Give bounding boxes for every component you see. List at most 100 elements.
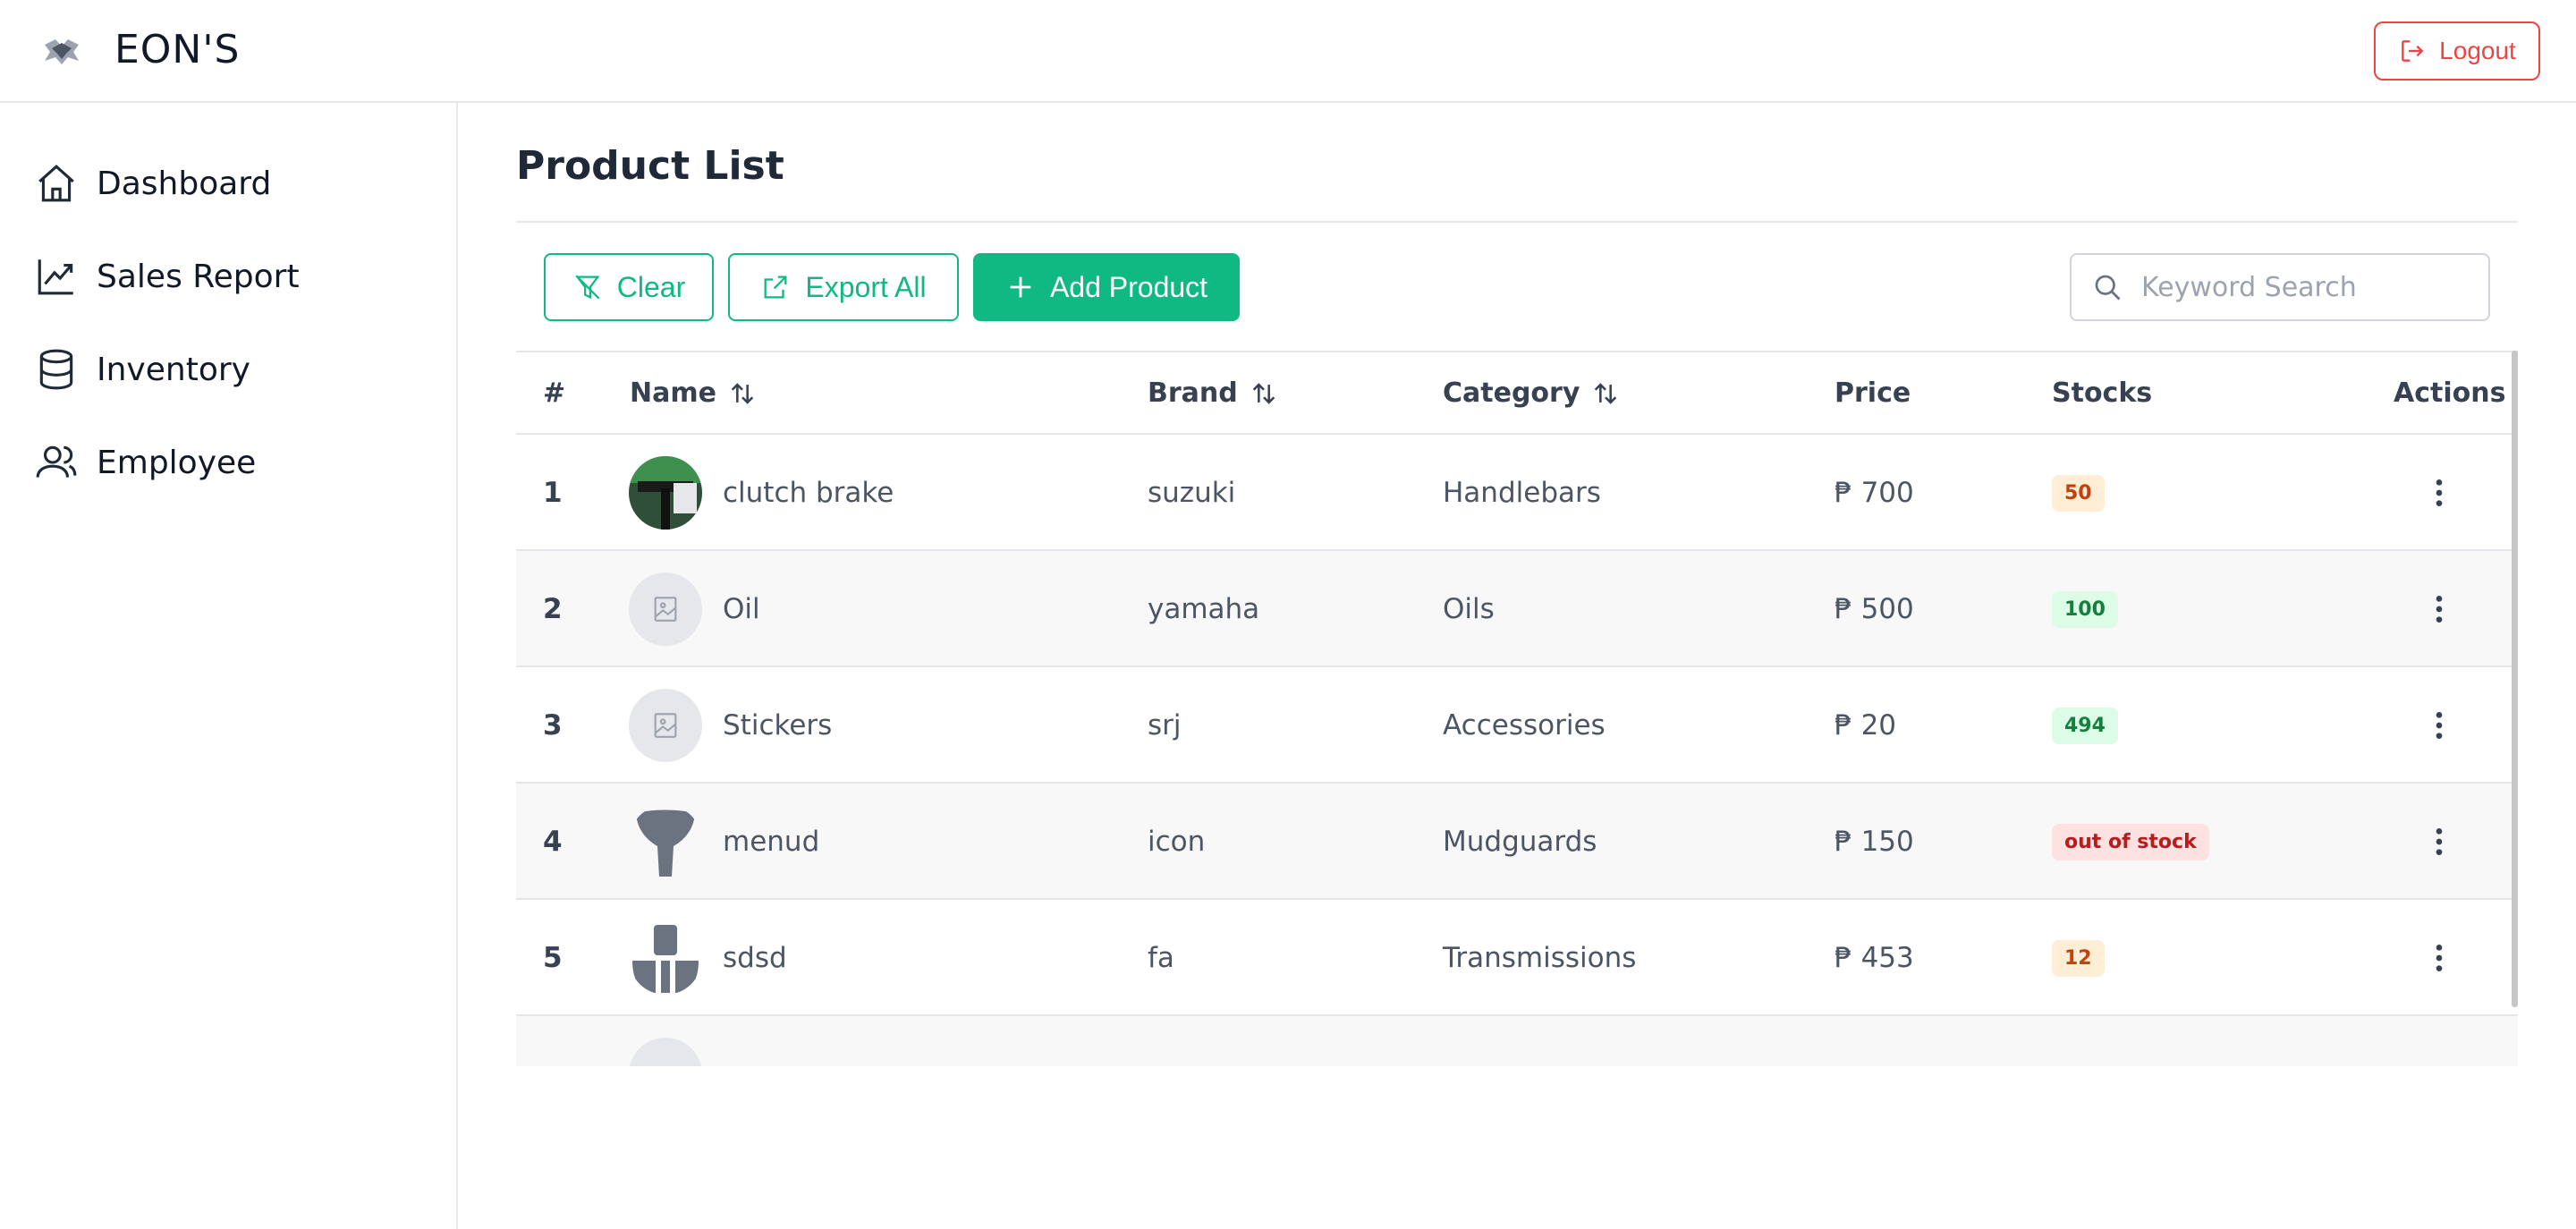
product-price: ₱ 500 — [1835, 593, 1914, 625]
kebab-menu-icon — [2436, 945, 2443, 971]
product-category: Mudguards — [1443, 826, 1597, 858]
kebab-menu-icon — [2436, 479, 2443, 506]
product-photo-icon — [629, 456, 702, 530]
sidebar: Dashboard Sales Report Inventory Employe… — [0, 103, 458, 1229]
row-actions-button[interactable] — [2421, 708, 2457, 743]
stock-badge: 12 — [2052, 939, 2105, 977]
product-name: sdsd — [723, 942, 787, 974]
clear-button[interactable]: Clear — [544, 253, 714, 321]
table-row: 4 menud icon Mudguards ₱ 150 out of stoc… — [516, 784, 2518, 900]
add-product-label: Add Product — [1049, 270, 1208, 303]
plus-icon — [1010, 276, 1031, 298]
sidebar-item-inventory[interactable]: Inventory — [34, 343, 250, 396]
product-name: menud — [723, 826, 820, 858]
table-row: 5 sdsd fa Transmissions ₱ 453 12 — [516, 900, 2518, 1016]
search-input[interactable] — [2141, 271, 2481, 303]
product-brand: srj — [1148, 709, 1182, 742]
product-thumbnail — [629, 805, 702, 878]
sidebar-item-label: Inventory — [97, 351, 250, 388]
top-bar: EON'S Logout — [0, 0, 2576, 103]
search-icon — [2095, 275, 2121, 301]
header-price: Price — [1835, 377, 1911, 409]
header-name[interactable]: Name — [630, 377, 758, 409]
row-actions-button[interactable] — [2421, 475, 2457, 511]
sort-icon — [1595, 382, 1617, 404]
brand-name: EON'S — [114, 27, 241, 72]
product-name: Oil — [723, 593, 760, 625]
row-actions-button[interactable] — [2421, 940, 2457, 976]
sidebar-item-sales-report[interactable]: Sales Report — [34, 250, 300, 303]
product-category: Oils — [1443, 593, 1495, 625]
sidebar-item-label: Dashboard — [97, 165, 272, 202]
page-title: Product List — [516, 143, 784, 189]
row-index: 1 — [543, 477, 563, 509]
logo-icon — [39, 29, 84, 73]
sort-icon — [1252, 382, 1275, 404]
product-price: ₱ 700 — [1835, 477, 1914, 509]
sort-icon — [731, 382, 754, 404]
external-link-icon — [764, 275, 787, 299]
logout-button[interactable]: Logout — [2374, 21, 2540, 81]
table-header: # Name Brand Category Price Stocks Actio… — [516, 352, 2518, 435]
database-icon — [39, 349, 73, 390]
header-category[interactable]: Category — [1443, 377, 1621, 409]
search-box — [2070, 253, 2490, 321]
header-stocks: Stocks — [2052, 377, 2153, 409]
table-scrollbar[interactable] — [2512, 351, 2518, 1007]
mudguard-product-icon — [636, 809, 695, 877]
users-icon — [36, 445, 77, 478]
sidebar-item-label: Employee — [97, 444, 257, 481]
table-row-partial — [516, 1016, 2518, 1066]
row-actions-button[interactable] — [2421, 591, 2457, 627]
product-thumbnail — [629, 456, 702, 530]
title-divider — [516, 221, 2518, 223]
stock-badge: 494 — [2052, 707, 2118, 744]
product-thumbnail — [629, 921, 702, 995]
row-index: 4 — [543, 826, 563, 858]
product-name: clutch brake — [723, 477, 894, 509]
table-row: 2 Oil yamaha Oils ₱ 500 100 — [516, 551, 2518, 667]
add-product-button[interactable]: Add Product — [973, 253, 1240, 321]
export-all-button[interactable]: Export All — [728, 253, 959, 321]
stock-cell: 100 — [2052, 551, 2118, 667]
stock-cell: 12 — [2052, 900, 2105, 1016]
transmission-product-icon — [632, 925, 699, 993]
product-brand: fa — [1148, 942, 1174, 974]
header-actions: Actions — [2394, 377, 2506, 409]
product-brand: yamaha — [1148, 593, 1260, 625]
product-thumbnail — [629, 572, 702, 646]
table-row: 1 clutch brake suzuki Handlebars ₱ 700 5… — [516, 435, 2518, 551]
row-index: 3 — [543, 709, 563, 742]
product-price: ₱ 20 — [1835, 709, 1897, 742]
product-table: # Name Brand Category Price Stocks Actio… — [516, 351, 2518, 1066]
stock-badge: out of stock — [2052, 823, 2209, 860]
kebab-menu-icon — [2436, 712, 2443, 739]
home-icon — [38, 165, 74, 202]
sidebar-item-label: Sales Report — [97, 258, 300, 295]
product-category: Transmissions — [1443, 942, 1637, 974]
sidebar-item-dashboard[interactable]: Dashboard — [34, 157, 271, 210]
sidebar-item-employee[interactable]: Employee — [34, 436, 256, 489]
stock-cell: out of stock — [2052, 784, 2209, 900]
stock-cell: 50 — [2052, 435, 2105, 551]
logout-icon — [2402, 40, 2424, 62]
row-index: 5 — [543, 942, 563, 974]
stock-badge: 100 — [2052, 590, 2118, 628]
product-thumbnail — [629, 689, 702, 762]
image-placeholder-icon — [654, 597, 677, 622]
table-row: 3 Stickers srj Accessories ₱ 20 494 — [516, 667, 2518, 784]
row-actions-button[interactable] — [2421, 824, 2457, 860]
logout-label: Logout — [2439, 37, 2516, 64]
product-price: ₱ 150 — [1835, 826, 1914, 858]
header-brand-label: Brand — [1148, 377, 1238, 409]
product-name: Stickers — [723, 709, 833, 742]
image-placeholder-icon — [654, 713, 677, 738]
stock-badge: 50 — [2052, 474, 2105, 512]
product-category: Handlebars — [1443, 477, 1601, 509]
clear-label: Clear — [616, 270, 686, 303]
header-category-label: Category — [1443, 377, 1580, 409]
header-brand[interactable]: Brand — [1148, 377, 1279, 409]
row-index: 2 — [543, 593, 563, 625]
product-price: ₱ 453 — [1835, 942, 1914, 974]
filter-off-icon — [575, 275, 600, 300]
